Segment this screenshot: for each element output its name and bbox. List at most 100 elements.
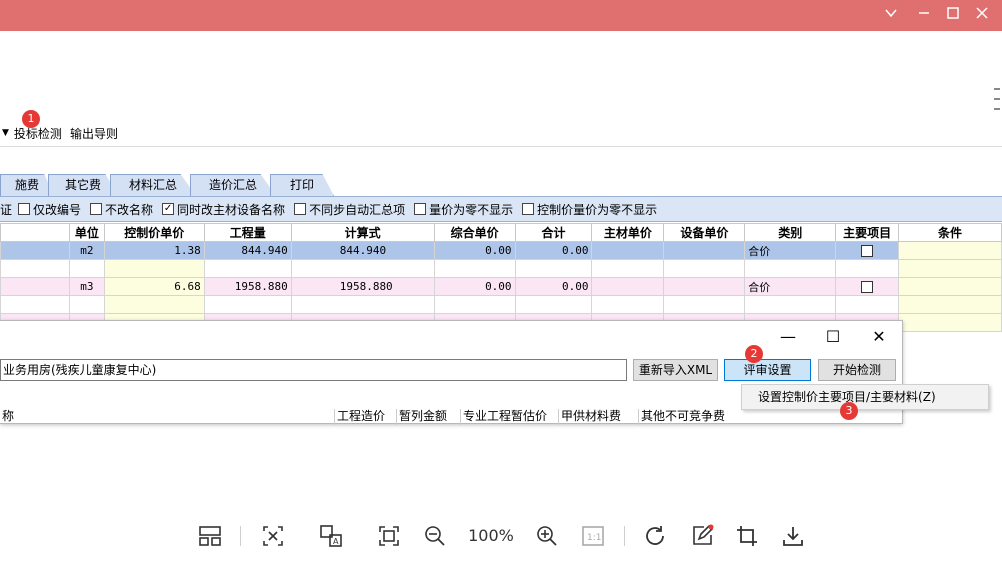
zoom-in-icon[interactable] [533,522,561,550]
cell-equipment-price[interactable] [663,241,746,260]
checkbox[interactable] [861,245,874,257]
step-badge-3: 3 [840,402,858,420]
cell-total[interactable]: 0.00 [514,241,593,260]
option-no-auto-sum[interactable]: 不同步自动汇总项 [294,201,405,218]
close-icon[interactable] [971,6,993,26]
cell-material-price[interactable] [591,241,665,260]
col-header-category[interactable]: 类别 [744,223,837,242]
layout-icon[interactable] [196,522,224,550]
tab-print[interactable]: 打印 [270,174,334,196]
option-only-code[interactable]: 仅改编号 [18,201,81,218]
checkbox[interactable] [294,203,307,215]
cell-unit-price[interactable]: 0.00 [433,277,516,296]
col-header [0,223,70,242]
cell-main-item[interactable] [835,277,900,296]
step-badge-1: 1 [22,110,40,128]
cell-condition[interactable] [898,241,1002,260]
start-check-button[interactable]: 开始检测 [818,359,896,381]
cell-formula[interactable]: 1958.880 [290,277,435,296]
checkbox[interactable] [861,281,874,293]
tab-material-summary[interactable]: 材料汇总 [110,174,196,196]
options-lead-label: 证 [0,202,13,217]
dialog-minimize-icon[interactable]: — [774,327,802,347]
col-header-formula[interactable]: 计算式 [290,223,435,242]
cell-unit[interactable]: m3 [68,277,105,296]
table-row[interactable]: m2 1.38 844.940 844.940 0.00 0.00 合价 [0,241,1002,260]
cell-total[interactable]: 0.00 [514,277,593,296]
option-label: 不改名称 [105,202,154,217]
items-table: 单位 控制价单价 工程量 计算式 综合单价 合计 主材单价 设备单价 类别 主要… [0,223,1002,332]
tab-cost-summary[interactable]: 造价汇总 [190,174,276,196]
separator [240,526,241,546]
cell-equipment-price[interactable] [663,277,746,296]
rotate-icon[interactable] [641,522,669,550]
table-row[interactable] [0,295,1002,314]
checkbox[interactable] [18,203,31,215]
col-header-material-price[interactable]: 主材单价 [591,223,665,242]
table-row[interactable] [0,259,1002,278]
project-name-field[interactable]: 业务用房(残疾儿童康复中心) [0,359,627,381]
dialog-col-header: 暂列金额 [396,409,460,425]
col-header-condition[interactable]: 条件 [898,223,1002,242]
checkbox-checked[interactable]: ✓ [162,203,175,215]
col-header-ctrl-price[interactable]: 控制价单价 [103,223,205,242]
cell-ctrl-price[interactable]: 6.68 [103,277,205,296]
review-settings-menu: 设置控制价主要项目/主要材料(Z) [741,384,989,410]
fit-screen-icon[interactable] [375,522,403,550]
actual-size-icon: 1:1 [579,522,607,550]
cell-category[interactable]: 合价 [744,241,837,260]
crop-icon[interactable] [733,522,761,550]
cell-unit[interactable]: m2 [68,241,105,260]
checkbox[interactable] [414,203,427,215]
option-label: 量价为零不显示 [429,202,514,217]
option-rename-materials[interactable]: ✓ 同时改主材设备名称 [162,201,285,218]
tab-other-fees[interactable]: 其它费 [48,174,118,196]
col-header-equipment-price[interactable]: 设备单价 [663,223,746,242]
svg-text:A: A [333,537,339,546]
cell-ctrl-price[interactable]: 1.38 [103,241,205,260]
dialog-col-header: 专业工程暂估价 [460,409,558,425]
dialog-maximize-icon[interactable]: ☐ [819,327,847,347]
cell-formula[interactable]: 844.940 [290,241,435,260]
cell-main-item[interactable] [835,241,900,260]
maximize-icon[interactable] [942,6,964,26]
text-extract-icon[interactable] [259,522,287,550]
separator [624,526,625,546]
menu-item-export-guide[interactable]: 输出导则 [70,125,118,142]
zoom-out-icon[interactable] [421,522,449,550]
cell-condition[interactable] [898,277,1002,296]
cell-unit-price[interactable]: 0.00 [433,241,516,260]
col-header-qty[interactable]: 工程量 [203,223,292,242]
col-header-total[interactable]: 合计 [514,223,593,242]
option-hide-zero[interactable]: 量价为零不显示 [414,201,513,218]
download-icon[interactable] [779,522,807,550]
tab-fees[interactable]: 施费 [0,174,54,196]
cell-material-price[interactable] [591,277,665,296]
minimize-icon[interactable] [913,6,935,26]
edit-icon[interactable] [688,522,716,550]
reimport-xml-button[interactable]: 重新导入XML [633,359,718,381]
col-header-main-item[interactable]: 主要项目 [835,223,900,242]
viewer-toolbar: A 100% 1:1 [0,512,1002,560]
option-hide-zero-ctrl[interactable]: 控制价量价为零不显示 [522,201,657,218]
cell-category[interactable]: 合价 [744,277,837,296]
option-keep-name[interactable]: 不改名称 [90,201,153,218]
chevron-down-icon[interactable] [880,6,902,26]
checkbox[interactable] [90,203,103,215]
checkbox[interactable] [522,203,535,215]
menu-item-bid-check[interactable]: 投标检测 [14,125,62,142]
triangle-down-icon[interactable]: ▼ [2,128,9,138]
dialog-col-header: 其他不可竞争费 [638,409,742,425]
zoom-level: 100% [468,526,514,545]
dialog-close-icon[interactable]: ✕ [865,327,893,347]
review-settings-button[interactable]: 评审设置 [724,359,811,381]
translate-icon[interactable]: A [317,522,345,550]
table-row[interactable]: m3 6.68 1958.880 1958.880 0.00 0.00 合价 [0,277,1002,296]
table-header-row: 单位 控制价单价 工程量 计算式 综合单价 合计 主材单价 设备单价 类别 主要… [0,223,1002,242]
cell-qty[interactable]: 844.940 [203,241,292,260]
col-header-unit-price[interactable]: 综合单价 [433,223,516,242]
col-header-unit[interactable]: 单位 [68,223,105,242]
option-label: 仅改编号 [33,202,82,217]
cell-qty[interactable]: 1958.880 [203,277,292,296]
divider [0,146,1002,147]
